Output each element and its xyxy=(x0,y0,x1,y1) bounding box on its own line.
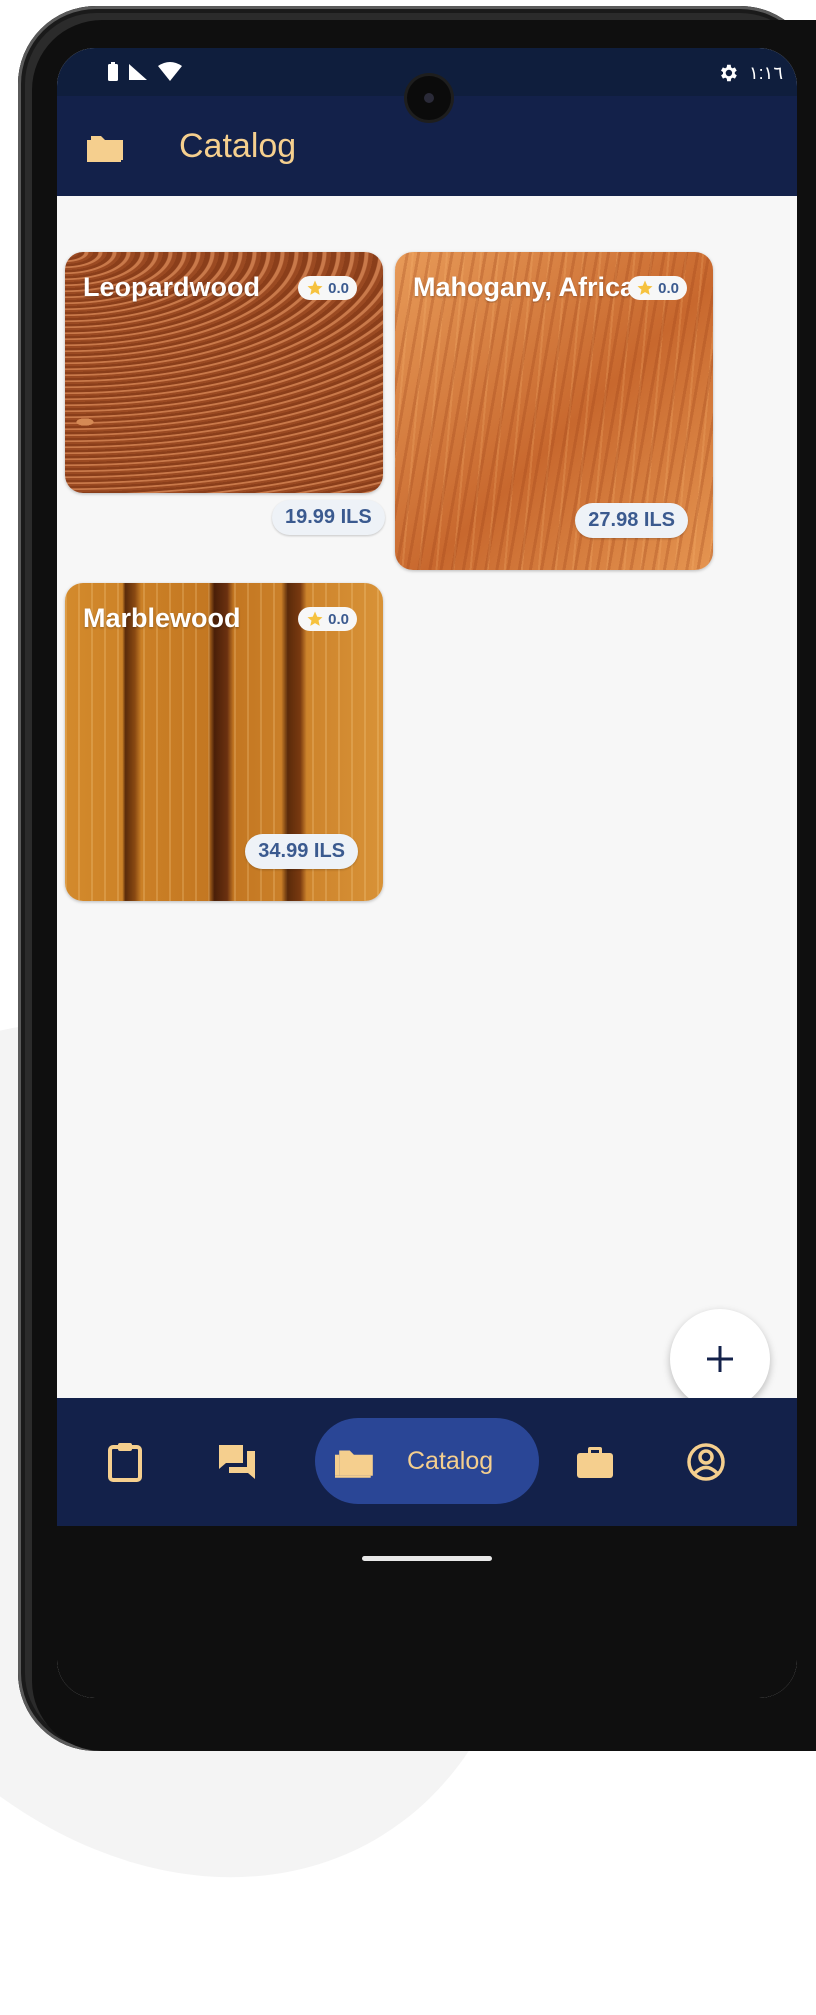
card-title: Mahogany, African xyxy=(413,272,652,302)
plus-icon xyxy=(707,1346,733,1372)
status-icons xyxy=(107,62,183,82)
page-title: Catalog xyxy=(179,126,297,165)
nav-item-catalog[interactable]: Catalog xyxy=(315,1418,539,1504)
nav-item-jobs[interactable] xyxy=(563,1430,627,1494)
price-chip: 19.99 ILS xyxy=(272,500,385,535)
add-item-button[interactable] xyxy=(670,1309,770,1409)
bottom-navigation: Catalog xyxy=(57,1398,797,1526)
star-icon xyxy=(307,280,323,295)
rating-chip: 0.0 xyxy=(628,276,687,300)
rating-value: 0.0 xyxy=(328,279,349,297)
folder-icon xyxy=(335,1450,373,1478)
nav-item-orders[interactable] xyxy=(93,1430,157,1494)
folder-icon xyxy=(87,130,127,162)
price-chip: 27.98 ILS xyxy=(575,503,688,538)
catalog-card-marblewood[interactable]: Marblewood 0.0 34.99 ILS xyxy=(65,583,383,901)
status-right: ١:١٦ xyxy=(717,62,783,84)
card-title: Marblewood xyxy=(83,603,241,633)
catalog-card-mahogany-african[interactable]: Mahogany, African 0.0 27.98 ILS xyxy=(395,252,713,570)
price-chip: 34.99 ILS xyxy=(245,834,358,869)
system-gesture-area xyxy=(57,1526,797,1698)
screen: ١:١٦ Catalog Leopardwood 0.0 19.99 ILS M… xyxy=(57,48,797,1698)
card-title: Leopardwood xyxy=(83,272,260,302)
catalog-grid: Leopardwood 0.0 19.99 ILS Mahogany, Afri… xyxy=(57,196,797,1586)
nav-item-messages[interactable] xyxy=(205,1430,269,1494)
nav-item-profile[interactable] xyxy=(674,1430,738,1494)
nav-item-label: Catalog xyxy=(407,1446,494,1475)
catalog-card-leopardwood[interactable]: Leopardwood 0.0 xyxy=(65,252,383,493)
home-indicator[interactable] xyxy=(362,1556,492,1561)
chat-icon xyxy=(219,1445,255,1479)
wifi-icon xyxy=(158,62,182,81)
briefcase-icon xyxy=(577,1447,613,1478)
account-circle-icon xyxy=(687,1443,725,1481)
front-camera xyxy=(407,76,451,120)
status-time: ١:١٦ xyxy=(748,62,783,83)
rating-value: 0.0 xyxy=(658,279,679,297)
signal-icon xyxy=(129,64,147,80)
rating-value: 0.0 xyxy=(328,610,349,628)
battery-icon xyxy=(108,62,118,81)
settings-gear-icon xyxy=(721,64,737,82)
rating-chip: 0.0 xyxy=(298,607,357,631)
star-icon xyxy=(637,280,653,295)
clipboard-icon xyxy=(108,1443,142,1482)
star-icon xyxy=(307,611,323,626)
rating-chip: 0.0 xyxy=(298,276,357,300)
